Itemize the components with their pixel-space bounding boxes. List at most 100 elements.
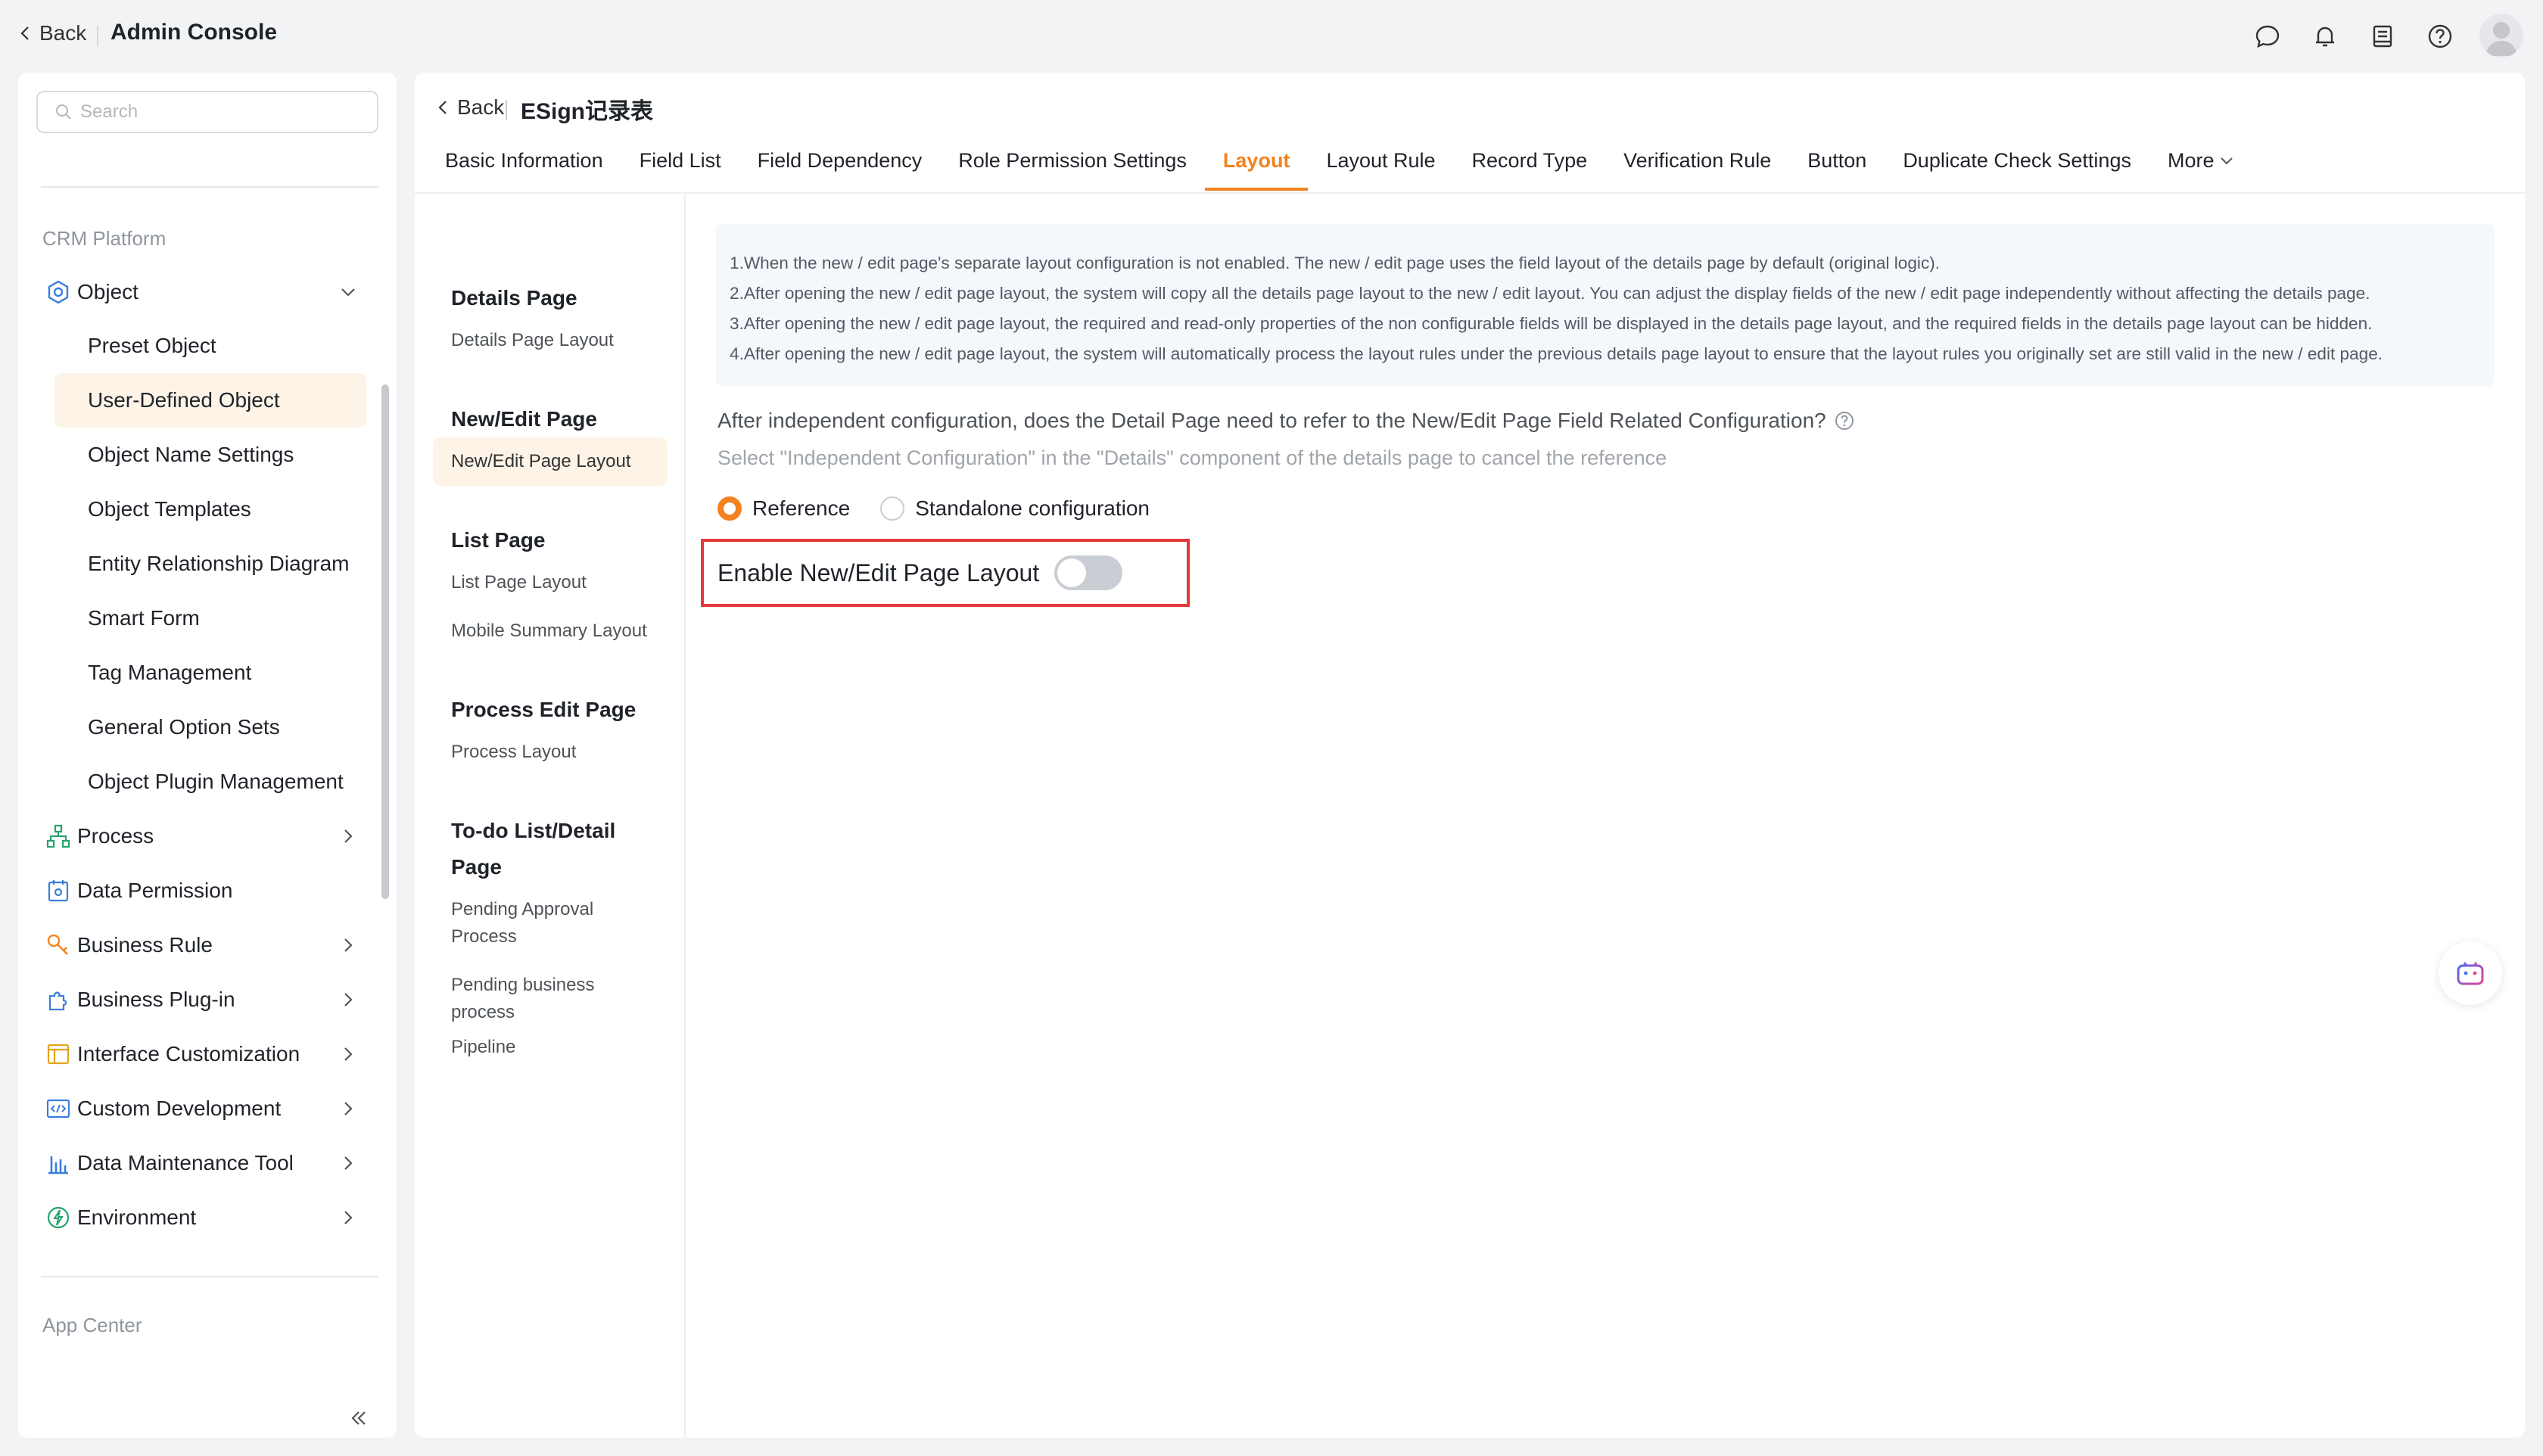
sidebar-item-label: Business Rule bbox=[77, 933, 213, 957]
sidebar-item-label: Object bbox=[77, 280, 139, 303]
top-back-button[interactable]: Back bbox=[17, 21, 86, 45]
sidebar-search[interactable] bbox=[36, 91, 378, 133]
bell-icon[interactable] bbox=[2311, 23, 2339, 50]
sidebar: CRM Platform Object Preset Object User-D… bbox=[18, 73, 397, 1438]
sidebar-item-label: Interface Customization bbox=[77, 1042, 300, 1066]
title-divider bbox=[506, 100, 507, 120]
data-permission-icon bbox=[48, 880, 69, 902]
chevron-left-icon bbox=[20, 26, 29, 40]
sidebar-sub-user-defined-object[interactable]: User-Defined Object bbox=[54, 373, 366, 428]
sidebar-item-custom-development[interactable]: Custom Development bbox=[45, 1084, 371, 1133]
sidebar-sub-general-option-sets[interactable]: General Option Sets bbox=[54, 700, 366, 754]
subnav-item-list-page-layout[interactable]: List Page Layout bbox=[433, 569, 668, 596]
notice-line: 2.After opening the new / edit page layo… bbox=[730, 284, 2370, 303]
reference-hint: Select "Independent Configuration" in th… bbox=[717, 446, 1667, 469]
sidebar-sub-tag-management[interactable]: Tag Management bbox=[54, 646, 366, 700]
top-bar: Back Admin Console bbox=[0, 0, 2543, 73]
tab-role-permission-settings[interactable]: Role Permission Settings bbox=[940, 138, 1205, 183]
chevron-right-icon bbox=[344, 1047, 353, 1061]
sidebar-sub-preset-object[interactable]: Preset Object bbox=[54, 319, 366, 373]
app-title: Admin Console bbox=[110, 20, 278, 45]
radio-label: Reference bbox=[752, 496, 851, 520]
tab-record-type[interactable]: Record Type bbox=[1454, 138, 1606, 183]
chart-icon bbox=[48, 1156, 68, 1174]
top-divider bbox=[97, 26, 98, 47]
sidebar-item-data-maintenance-tool[interactable]: Data Maintenance Tool bbox=[45, 1139, 371, 1187]
subnav-group-process-edit: Process Edit Page bbox=[451, 698, 637, 721]
sidebar-item-business-plugin[interactable]: Business Plug-in bbox=[45, 975, 371, 1024]
book-icon[interactable] bbox=[2369, 23, 2396, 50]
sidebar-divider bbox=[41, 186, 378, 188]
collapse-sidebar-icon[interactable] bbox=[345, 1405, 372, 1432]
subnav-group-details: Details Page bbox=[451, 286, 577, 310]
sidebar-item-environment[interactable]: Environment bbox=[45, 1193, 371, 1242]
notice-line: 1.When the new / edit page's separate la… bbox=[730, 254, 1941, 272]
subnav-group-todo: To-do List/Detail Page bbox=[451, 819, 616, 879]
tab-more[interactable]: More bbox=[2149, 138, 2254, 183]
robot-icon bbox=[2457, 962, 2484, 985]
tab-layout[interactable]: Layout bbox=[1204, 138, 1309, 191]
tab-more-label: More bbox=[2167, 148, 2215, 172]
chat-icon[interactable] bbox=[2254, 23, 2281, 50]
sidebar-item-label: Data Permission bbox=[77, 879, 233, 902]
avatar[interactable] bbox=[2479, 14, 2523, 58]
reference-question: After independent configuration, does th… bbox=[717, 409, 1855, 433]
subnav-item-pipeline[interactable]: Pipeline bbox=[433, 1034, 668, 1061]
radio-standalone-configuration[interactable]: Standalone configuration bbox=[880, 496, 1150, 521]
subnav-item-new-edit-page-layout[interactable]: New/Edit Page Layout bbox=[433, 437, 668, 486]
sidebar-item-business-rule[interactable]: Business Rule bbox=[45, 921, 371, 969]
notice-line: 4.After opening the new / edit page layo… bbox=[730, 344, 2383, 363]
sidebar-sub-object-plugin-management[interactable]: Object Plugin Management bbox=[54, 754, 366, 809]
back-label: Back bbox=[457, 95, 505, 119]
chevron-right-icon bbox=[344, 1211, 353, 1224]
subnav-group-new-edit: New/Edit Page bbox=[451, 407, 597, 431]
enable-new-edit-layout-toggle[interactable] bbox=[1054, 555, 1123, 590]
subnav-item-mobile-summary-layout[interactable]: Mobile Summary Layout bbox=[433, 618, 668, 645]
search-input[interactable] bbox=[80, 101, 368, 123]
tab-layout-rule[interactable]: Layout Rule bbox=[1308, 138, 1453, 183]
chevron-down-icon bbox=[2221, 157, 2233, 165]
help-icon[interactable] bbox=[1834, 410, 1855, 431]
sidebar-sub-object-templates[interactable]: Object Templates bbox=[54, 482, 366, 537]
assistant-bot-button[interactable] bbox=[2439, 941, 2502, 1005]
sidebar-section-app-center: App Center bbox=[42, 1314, 142, 1336]
tab-field-list[interactable]: Field List bbox=[621, 138, 739, 183]
sidebar-item-interface-customization[interactable]: Interface Customization bbox=[45, 1030, 371, 1078]
main-panel: Back ESign记录表 Basic Information Field Li… bbox=[415, 73, 2525, 1438]
tab-duplicate-check-settings[interactable]: Duplicate Check Settings bbox=[1885, 138, 2149, 183]
sidebar-divider bbox=[41, 1276, 378, 1277]
sidebar-sub-object-name-settings[interactable]: Object Name Settings bbox=[54, 428, 366, 482]
sidebar-item-data-permission[interactable]: Data Permission bbox=[45, 866, 371, 915]
environment-icon bbox=[47, 1206, 70, 1229]
page-title: ESign记录表 bbox=[521, 99, 654, 124]
notice-line: 3.After opening the new / edit page layo… bbox=[730, 314, 2373, 333]
tab-button[interactable]: Button bbox=[1789, 138, 1885, 183]
tab-bar: Basic Information Field List Field Depen… bbox=[445, 138, 2254, 191]
code-icon bbox=[46, 1099, 70, 1118]
sidebar-item-process[interactable]: Process bbox=[45, 812, 371, 860]
radio-label: Standalone configuration bbox=[915, 496, 1150, 520]
tab-basic-information[interactable]: Basic Information bbox=[445, 138, 621, 183]
back-button[interactable]: Back bbox=[434, 95, 504, 120]
object-icon bbox=[48, 280, 69, 304]
sidebar-scrollbar[interactable] bbox=[381, 384, 389, 899]
subnav-item-process-layout[interactable]: Process Layout bbox=[433, 739, 668, 766]
radio-reference[interactable]: Reference bbox=[717, 496, 850, 521]
subnav-item-pending-business-process[interactable]: Pending business process bbox=[433, 972, 630, 1026]
sidebar-item-label: Environment bbox=[77, 1206, 197, 1229]
layout-subnav: Details Page Details Page Layout New/Edi… bbox=[415, 194, 686, 1438]
subnav-item-details-page-layout[interactable]: Details Page Layout bbox=[433, 327, 668, 354]
tab-verification-rule[interactable]: Verification Rule bbox=[1605, 138, 1789, 183]
sidebar-sub-entity-relationship-diagram[interactable]: Entity Relationship Diagram bbox=[54, 537, 366, 591]
process-icon bbox=[46, 824, 70, 848]
tab-field-dependency[interactable]: Field Dependency bbox=[739, 138, 941, 183]
chevron-right-icon bbox=[344, 938, 353, 952]
top-back-label: Back bbox=[39, 21, 87, 45]
help-icon[interactable] bbox=[2426, 23, 2454, 50]
subnav-item-pending-approval-process[interactable]: Pending Approval Process bbox=[433, 896, 630, 950]
sidebar-item-label: Data Maintenance Tool bbox=[77, 1151, 294, 1174]
sidebar-item-label: Process bbox=[77, 824, 154, 848]
chevron-right-icon bbox=[344, 829, 353, 843]
sidebar-item-object[interactable]: Object bbox=[45, 268, 371, 316]
sidebar-sub-smart-form[interactable]: Smart Form bbox=[54, 591, 366, 646]
